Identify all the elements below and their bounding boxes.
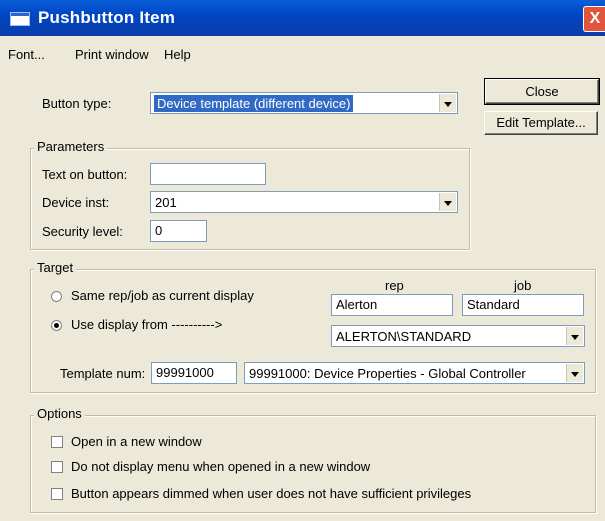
dimmed-button-label: Button appears dimmed when user does not…	[71, 486, 472, 501]
template-select[interactable]: 99991000: Device Properties - Global Con…	[244, 362, 585, 384]
template-select-value: 99991000: Device Properties - Global Con…	[249, 366, 526, 381]
radio-use-display-from[interactable]	[51, 320, 62, 331]
close-button[interactable]: Close	[484, 78, 600, 105]
security-level-input[interactable]: 0	[150, 220, 207, 242]
radio-same-rep-job[interactable]	[51, 291, 62, 302]
rep-job-path-select[interactable]: ALERTON\STANDARD	[331, 325, 585, 347]
radio-same-rep-job-label: Same rep/job as current display	[71, 288, 254, 303]
open-new-window-checkbox[interactable]	[51, 436, 63, 448]
chevron-down-icon[interactable]	[566, 364, 583, 382]
device-inst-value: 201	[155, 195, 177, 210]
window-title: Pushbutton Item	[38, 8, 176, 27]
dimmed-button-checkbox[interactable]	[51, 488, 63, 500]
radio-use-display-from-label: Use display from ---------->	[71, 317, 223, 332]
text-on-button-label: Text on button:	[42, 167, 128, 182]
text-on-button-input[interactable]	[150, 163, 266, 185]
parameters-title: Parameters	[34, 139, 108, 154]
no-menu-label: Do not display menu when opened in a new…	[71, 459, 371, 474]
button-type-select[interactable]: Device template (different device)	[150, 92, 458, 114]
button-type-label: Button type:	[42, 96, 112, 111]
menu-print-window[interactable]: Print window	[75, 47, 149, 62]
device-inst-select[interactable]: 201	[150, 191, 458, 213]
job-header: job	[514, 278, 532, 293]
title-bar[interactable]: Pushbutton Item X	[0, 0, 605, 36]
rep-input[interactable]: Alerton	[331, 294, 453, 316]
target-title: Target	[34, 260, 77, 275]
window-icon	[10, 12, 30, 26]
job-input[interactable]: Standard	[462, 294, 584, 316]
button-type-value: Device template (different device)	[154, 95, 354, 112]
security-level-label: Security level:	[42, 224, 123, 239]
menu-font[interactable]: Font...	[8, 47, 45, 62]
chevron-down-icon[interactable]	[439, 193, 456, 211]
options-title: Options	[34, 406, 85, 421]
chevron-down-icon[interactable]	[439, 94, 456, 112]
chevron-down-icon[interactable]	[566, 327, 583, 345]
window-close-button[interactable]: X	[583, 6, 605, 32]
rep-header: rep	[385, 278, 404, 293]
edit-template-button[interactable]: Edit Template...	[484, 111, 598, 135]
no-menu-checkbox[interactable]	[51, 461, 63, 473]
template-num-label: Template num:	[60, 366, 146, 381]
rep-job-path-value: ALERTON\STANDARD	[336, 329, 472, 344]
open-new-window-label: Open in a new window	[71, 434, 202, 449]
menu-bar: Font... Print window Help	[0, 36, 605, 66]
menu-help[interactable]: Help	[164, 47, 191, 62]
device-inst-label: Device inst:	[42, 195, 110, 210]
template-num-input[interactable]: 99991000	[151, 362, 237, 384]
